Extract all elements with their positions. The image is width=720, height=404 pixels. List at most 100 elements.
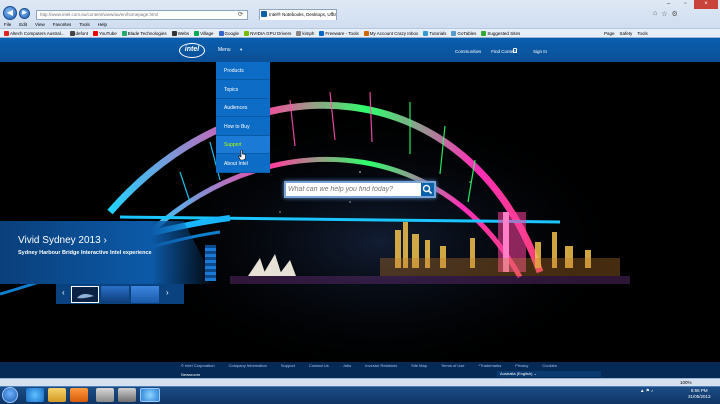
menu-edit[interactable]: Edit <box>19 21 27 28</box>
window-controls: – ▫ × <box>660 0 718 9</box>
start-button[interactable] <box>2 387 18 403</box>
favorite-site-icon <box>481 31 487 36</box>
footer-link[interactable]: *Trademarks <box>479 363 502 368</box>
chevron-down-icon[interactable]: ▾ <box>240 47 242 53</box>
ie-active-taskbar-icon[interactable] <box>140 388 160 402</box>
refresh-icon[interactable]: ⟳ <box>238 10 243 20</box>
favorite-site-icon <box>363 31 369 36</box>
menu-item-audiences[interactable]: Audiences <box>216 99 270 117</box>
favorite-link[interactable]: NVIDIA GPU Drivers <box>244 29 291 38</box>
favorite-link[interactable]: kimph <box>296 29 314 38</box>
chevron-right-icon: › <box>103 235 107 246</box>
menu-tools[interactable]: Tools <box>79 21 90 28</box>
favorite-site-icon <box>171 31 177 36</box>
carousel-thumb-1[interactable] <box>71 286 99 303</box>
address-bar[interactable]: http://www.intel.com.au/content/www/au/e… <box>36 10 248 20</box>
ie-taskbar-icon[interactable] <box>26 388 44 402</box>
menu-help[interactable]: Help <box>98 21 107 28</box>
tab-intel[interactable]: Intel® Notebooks, Desktops, Ultra... <box>259 9 337 20</box>
favorite-link[interactable]: Google <box>218 29 239 38</box>
intel-top-nav <box>0 38 720 62</box>
menu-file[interactable]: File <box>4 21 11 28</box>
footer-link[interactable]: Site Map <box>411 363 427 368</box>
hero-title[interactable]: Vivid Sydney 2013 › <box>18 235 107 246</box>
favorite-site-icon <box>194 31 200 36</box>
menu-view[interactable]: View <box>35 21 45 28</box>
home-icon[interactable]: ⌂ <box>653 10 657 18</box>
app-taskbar-icon[interactable] <box>96 388 114 402</box>
footer-link[interactable]: Jobs <box>343 363 351 368</box>
forward-button[interactable]: ▶ <box>19 8 30 19</box>
footer-link[interactable]: Cookies <box>542 363 556 368</box>
favorite-site-icon <box>4 31 9 36</box>
maximize-button[interactable]: ▫ <box>677 0 694 9</box>
favorite-site-icon <box>69 31 75 36</box>
hero-subtitle: Sydney Harbour Bridge Interactive Intel … <box>18 250 152 256</box>
media-taskbar-icon[interactable] <box>70 388 88 402</box>
footer-link[interactable]: Terms of Use <box>441 363 465 368</box>
carousel-prev-icon[interactable]: ‹ <box>62 288 65 297</box>
favorite-link[interactable]: Tutorials <box>423 29 446 38</box>
carousel-next-icon[interactable]: › <box>166 288 169 297</box>
zoom-level[interactable]: 100% <box>680 379 692 386</box>
footer-links: © Intel Corporation Company Information Su… <box>181 363 720 368</box>
command-bar: Page Safety Tools <box>604 29 648 38</box>
footer-link[interactable]: Contact Us <box>309 363 329 368</box>
search-icon[interactable] <box>421 183 434 196</box>
favorite-link[interactable]: Altech Computers Austral... <box>4 29 65 38</box>
favorite-site-icon <box>121 31 127 36</box>
favorites-star-icon[interactable]: ☆ <box>661 10 667 18</box>
favorites-list: Altech Computers Austral... defont YouTube… <box>4 29 520 38</box>
nav-right: Communities Find Content Sign In <box>455 49 547 54</box>
favorite-link[interactable]: My Account Crazy Inbox <box>363 29 418 38</box>
lock-icon <box>513 48 517 53</box>
tools-menu[interactable]: Tools <box>637 29 648 38</box>
favorite-site-icon <box>319 31 325 36</box>
browser-status-bar <box>0 378 720 386</box>
footer-newsroom[interactable]: Newsroom <box>181 372 200 377</box>
footer-link[interactable]: Privacy <box>515 363 528 368</box>
explorer-taskbar-icon[interactable] <box>48 388 66 402</box>
favorite-link[interactable]: defont <box>69 29 88 38</box>
tab-close-icon[interactable]: × <box>331 11 334 17</box>
sydney-bridge-image <box>0 62 720 362</box>
favorite-link[interactable]: Webs <box>171 29 189 38</box>
hero-strip <box>205 245 216 281</box>
app2-taskbar-icon[interactable] <box>118 388 136 402</box>
menu-button[interactable]: Menu <box>218 47 231 53</box>
menu-favorites[interactable]: Favorites <box>53 21 72 28</box>
carousel-thumb-3[interactable] <box>131 286 159 303</box>
intel-logo[interactable]: intel <box>179 43 205 58</box>
page-menu[interactable]: Page <box>604 29 615 38</box>
system-tray[interactable]: ▲ ⚑ ♪ <box>640 388 653 394</box>
favorite-link[interactable]: Village <box>194 29 214 38</box>
clock[interactable]: 8:55 PM 31/05/2013 <box>688 388 711 400</box>
region-selector[interactable]: Australia (English) ⌄ <box>497 371 601 377</box>
menu-item-products[interactable]: Products <box>216 62 270 80</box>
menu-item-how-to-buy[interactable]: How to Buy <box>216 118 270 136</box>
back-button[interactable]: ◀ <box>3 6 17 20</box>
search-input[interactable] <box>288 184 416 195</box>
nav-communities[interactable]: Communities <box>455 49 481 54</box>
menu-bar: File Edit View Favorites Tools Help <box>4 21 107 28</box>
favorite-site-icon <box>218 31 224 36</box>
favorite-link[interactable]: YouTube <box>93 29 117 38</box>
favorite-link[interactable]: Suggested Sites <box>481 29 520 38</box>
safety-menu[interactable]: Safety <box>620 29 633 38</box>
carousel-thumb-2[interactable] <box>101 286 129 303</box>
favorite-link[interactable]: Blade Technologies <box>121 29 167 38</box>
minimize-button[interactable]: – <box>660 0 677 9</box>
footer-link[interactable]: Support <box>281 363 295 368</box>
hand-cursor-icon <box>238 150 246 160</box>
footer-link[interactable]: Company Information <box>229 363 267 368</box>
favorite-site-icon <box>296 31 302 36</box>
favorite-site-icon <box>93 31 99 36</box>
footer-link[interactable]: © Intel Corporation <box>181 363 215 368</box>
footer-link[interactable]: Investor Relations <box>365 363 397 368</box>
close-button[interactable]: × <box>694 0 718 9</box>
menu-item-topics[interactable]: Topics <box>216 81 270 99</box>
nav-sign-in[interactable]: Sign In <box>527 49 547 54</box>
favorite-link[interactable]: Freeware - Tools <box>319 29 359 38</box>
favorite-link[interactable]: GoTables <box>451 29 476 38</box>
gear-icon[interactable]: ⚙ <box>672 10 678 18</box>
